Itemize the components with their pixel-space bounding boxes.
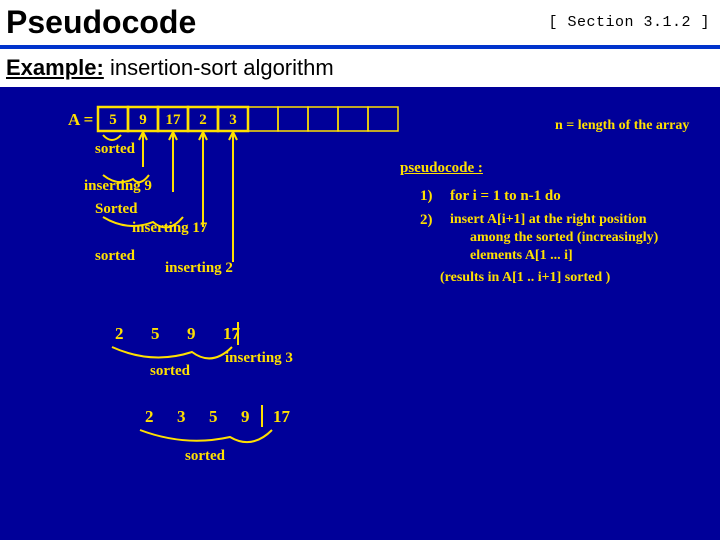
pseudocode-line2c: elements A[1 ... i] [470,247,573,265]
pseudocode-line2a: insert A[i+1] at the right position [450,211,647,229]
pseudocode-line2b: among the sorted (increasingly) [470,229,658,247]
pseudocode-line1-num: 1) [420,187,433,205]
array-cell [338,107,368,131]
array-cell [368,107,398,131]
inserting-9-label: inserting 9 [84,177,152,195]
sorted-brace-3: sorted [95,247,135,265]
array-value: 9 [139,112,147,128]
sorted-row2-value: 2 [115,324,124,343]
sorted-row3-value: 2 [145,407,154,426]
sorted-row3-value: 5 [209,407,218,426]
array-cell [248,107,278,131]
array-value: 17 [166,112,182,128]
array-label: A = [68,111,93,129]
sorted-brace-4: sorted [150,362,190,380]
sorted-row3-value: 3 [177,407,186,426]
sorted-brace-2: Sorted [95,200,138,218]
sorted-row2-value: 5 [151,324,160,343]
pseudocode-heading: pseudocode : [400,159,483,177]
diagram-canvas: 591723 25917 235917 A = sorted ins [0,87,720,517]
inserting-3-label: inserting 3 [225,349,293,367]
slide-title: Pseudocode [6,4,196,41]
array-value: 3 [229,112,237,128]
array-cell [278,107,308,131]
array-value: 5 [109,112,117,128]
inserting-2-label: inserting 2 [165,259,233,277]
pseudocode-line2-num: 2) [420,211,433,229]
sorted-brace-1: sorted [95,140,135,158]
array-value: 2 [199,112,207,128]
array-cell [308,107,338,131]
inserting-17-label: inserting 17 [132,219,207,237]
n-length-label: n = length of the array [555,117,705,135]
sorted-brace-5: sorted [185,447,225,465]
pseudocode-line1: for i = 1 to n-1 do [450,187,561,205]
pseudocode-line3: (results in A[1 .. i+1] sorted ) [440,269,610,287]
slide-header: Pseudocode [ Section 3.1.2 ] [0,0,720,49]
sorted-row2-value: 9 [187,324,196,343]
sorted-row3-value: 9 [241,407,250,426]
section-reference: [ Section 3.1.2 ] [548,14,710,31]
sorted-row3-value: 17 [273,407,291,426]
example-label: Example: [6,55,104,80]
example-text: insertion-sort algorithm [104,55,334,80]
example-bar: Example: insertion-sort algorithm [0,49,720,87]
